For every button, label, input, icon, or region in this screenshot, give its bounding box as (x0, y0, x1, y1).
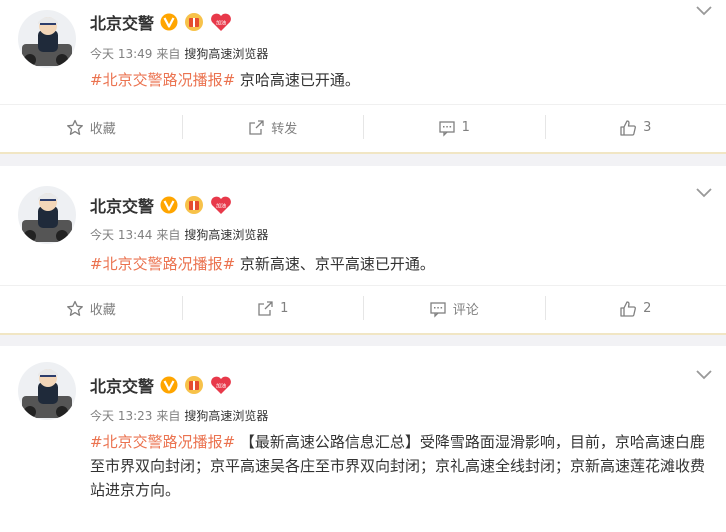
repost-label: 转发 (271, 122, 298, 137)
repost-icon (258, 300, 273, 316)
post-text: 京新高速、京平高速已开通。 (235, 255, 435, 273)
post-time[interactable]: 今天 13:44 (90, 226, 152, 243)
post-meta: 今天 13:23 来自 搜狗高速浏览器 (90, 407, 268, 424)
chevron-down-icon[interactable] (696, 6, 712, 16)
repost-icon (249, 119, 264, 135)
post-content: #北京交警路况播报# 京哈高速已开通。 (90, 68, 712, 92)
post-source[interactable]: 搜狗高速浏览器 (184, 45, 268, 62)
post-time[interactable]: 今天 13:49 (90, 45, 152, 62)
post-content: #北京交警路况播报# 京新高速、京平高速已开通。 (90, 252, 712, 276)
member-icon (185, 196, 204, 214)
collect-button[interactable]: 收藏 (0, 105, 182, 150)
repost-count: 1 (280, 301, 289, 316)
via-label: 来自 (156, 47, 181, 61)
like-count: 2 (643, 301, 652, 316)
like-button[interactable]: 3 (544, 105, 726, 150)
avatar[interactable] (18, 186, 76, 244)
thumbs-up-icon (620, 300, 637, 317)
weibo-card: 北京交警 加油 今天 13:49 来自 搜狗高速浏览器 #北京交警路况播报# 京… (0, 0, 726, 152)
avatar[interactable] (18, 10, 76, 68)
comment-icon (430, 301, 446, 318)
svg-text:加油: 加油 (216, 383, 226, 390)
comment-button[interactable]: 评论 (363, 286, 545, 331)
author-name[interactable]: 北京交警 (90, 10, 154, 34)
comment-label: 评论 (452, 303, 479, 318)
verified-icon (160, 13, 178, 31)
action-bar: 收藏 转发 1 3 (0, 104, 726, 150)
repost-button[interactable]: 转发 (181, 105, 364, 150)
cheer-heart-icon: 加油 (211, 196, 231, 214)
post-content: #北京交警路况播报# 【最新高速公路信息汇总】受降雪路面湿滑影响，目前，京哈高速… (90, 430, 712, 502)
collect-label: 收藏 (89, 303, 116, 318)
collect-button[interactable]: 收藏 (0, 286, 182, 331)
chevron-down-icon[interactable] (696, 370, 712, 380)
repost-button[interactable]: 1 (181, 286, 364, 331)
member-icon (185, 13, 204, 31)
collect-label: 收藏 (89, 122, 116, 137)
author-name[interactable]: 北京交警 (90, 373, 154, 397)
post-time[interactable]: 今天 13:23 (90, 407, 152, 424)
member-icon (185, 376, 204, 394)
feed-separator (0, 333, 726, 335)
topic-link[interactable]: #北京交警路况播报# (90, 71, 235, 89)
post-source[interactable]: 搜狗高速浏览器 (184, 226, 268, 243)
via-label: 来自 (156, 409, 181, 423)
via-label: 来自 (156, 228, 181, 242)
post-meta: 今天 13:49 来自 搜狗高速浏览器 (90, 45, 268, 62)
post-source[interactable]: 搜狗高速浏览器 (184, 407, 268, 424)
avatar[interactable] (18, 362, 76, 420)
action-bar: 收藏 1 评论 2 (0, 285, 726, 331)
post-meta: 今天 13:44 来自 搜狗高速浏览器 (90, 226, 268, 243)
svg-text:加油: 加油 (216, 20, 226, 27)
thumbs-up-icon (620, 119, 637, 136)
like-count: 3 (643, 120, 652, 135)
cheer-heart-icon: 加油 (211, 13, 231, 31)
cheer-heart-icon: 加油 (211, 376, 231, 394)
topic-link[interactable]: #北京交警路况播报# (90, 433, 235, 451)
chevron-down-icon[interactable] (696, 188, 712, 198)
feed-separator (0, 152, 726, 154)
comment-icon (438, 120, 455, 137)
star-icon (66, 300, 83, 316)
author-name[interactable]: 北京交警 (90, 193, 154, 217)
comment-count: 1 (461, 120, 470, 135)
verified-icon (160, 376, 178, 394)
verified-icon (160, 196, 178, 214)
comment-button[interactable]: 1 (363, 105, 545, 150)
post-text: 京哈高速已开通。 (235, 71, 360, 89)
topic-link[interactable]: #北京交警路况播报# (90, 255, 235, 273)
svg-text:加油: 加油 (216, 203, 226, 210)
like-button[interactable]: 2 (544, 286, 726, 331)
star-icon (66, 119, 83, 135)
